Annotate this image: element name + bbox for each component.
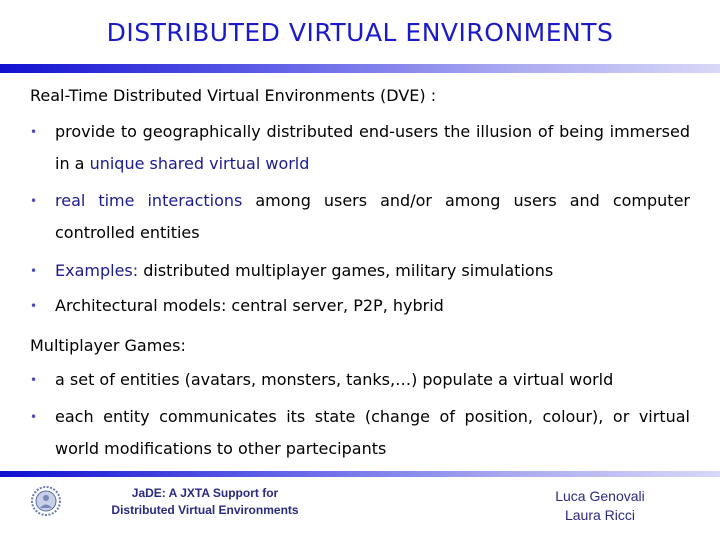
- bullet-icon: •: [30, 264, 38, 278]
- section-heading-dve: Real-Time Distributed Virtual Environmen…: [30, 86, 437, 105]
- list-item: • provide to geographically distributed …: [30, 116, 690, 180]
- list-item: • Architectural models: central server, …: [30, 290, 690, 322]
- bullet-text: Architectural models: central server, P2…: [55, 296, 444, 315]
- bullet-icon: •: [30, 194, 38, 208]
- bullet-icon: •: [30, 299, 38, 313]
- footer-divider: [0, 471, 720, 477]
- title-divider: [0, 64, 720, 73]
- bullet-highlight: Examples:: [55, 261, 139, 280]
- bullet-highlight: real time interactions: [55, 191, 243, 210]
- bullet-text: a set of entities (avatars, monsters, ta…: [55, 370, 614, 389]
- footer-title-line1: JaDE: A JXTA Support for: [131, 486, 279, 500]
- university-seal-icon: [31, 486, 61, 516]
- slide-title: DISTRIBUTED VIRTUAL ENVIRONMENTS: [106, 18, 614, 47]
- author-name: Luca Genovali: [555, 488, 645, 504]
- author-name: Laura Ricci: [564, 507, 636, 523]
- bullet-text: distributed multiplayer games, military …: [138, 261, 554, 280]
- bullet-icon: •: [30, 125, 38, 139]
- list-item: • real time interactions among users and…: [30, 185, 690, 249]
- bullet-highlight: unique shared virtual world: [89, 154, 310, 173]
- list-item: • a set of entities (avatars, monsters, …: [30, 364, 690, 396]
- section-heading-multiplayer: Multiplayer Games:: [30, 336, 186, 355]
- footer-presentation-title: JaDE: A JXTA Support for Distributed Vir…: [80, 485, 330, 519]
- bullet-text: each entity communicates its state (chan…: [55, 407, 690, 458]
- bullet-icon: •: [30, 410, 38, 424]
- footer-title-line2: Distributed Virtual Environments: [111, 503, 299, 517]
- list-item: • Examples: distributed multiplayer game…: [30, 255, 690, 287]
- bullet-icon: •: [30, 373, 38, 387]
- footer-authors: Luca Genovali Laura Ricci: [505, 487, 695, 525]
- list-item: • each entity communicates its state (ch…: [30, 401, 690, 465]
